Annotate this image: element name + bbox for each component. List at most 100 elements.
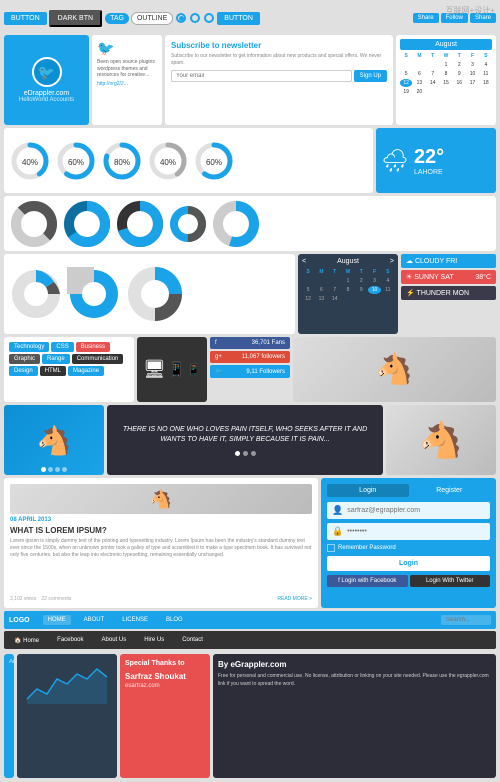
tag-css[interactable]: CSS — [51, 342, 73, 352]
cal2-cell[interactable]: 14 — [329, 295, 341, 303]
cal2-cell[interactable]: 6 — [315, 286, 327, 294]
cal-cell[interactable]: 9 — [453, 70, 465, 78]
tag-graphic[interactable]: Graphic — [9, 354, 40, 364]
cal2-cell[interactable]: 13 — [315, 295, 327, 303]
cal-cell[interactable]: 13 — [413, 79, 425, 87]
button-group: BUTTON DARK BTN — [4, 10, 102, 27]
nav-about[interactable]: ABOUT — [79, 615, 110, 625]
radio-option-1[interactable] — [176, 13, 186, 23]
email-input[interactable] — [171, 70, 352, 82]
nav-blog[interactable]: BLOG — [161, 615, 188, 625]
read-more-link[interactable]: READ MORE > — [277, 596, 312, 602]
cal2-cell[interactable]: 9 — [355, 286, 367, 294]
cal-day-fri: F — [466, 52, 478, 60]
remember-checkbox[interactable] — [327, 544, 335, 552]
tag-design[interactable]: Design — [9, 366, 38, 376]
tab-register[interactable]: Register — [409, 484, 491, 497]
nav-home-2[interactable]: 🏠 Home — [9, 635, 44, 646]
cal-cell — [413, 61, 425, 69]
quote-dot-2[interactable] — [243, 451, 248, 456]
cal-cell[interactable]: 4 — [480, 61, 492, 69]
row-buttons: BUTTON DARK BTN TAG OUTLINE BUTTON Share… — [4, 4, 496, 32]
slide-dots — [41, 467, 67, 472]
slide-dot-3[interactable] — [55, 467, 60, 472]
cal2-cell[interactable]: 12 — [302, 295, 314, 303]
quote-dot-1[interactable] — [235, 451, 240, 456]
signup-button[interactable]: Sign Up — [354, 70, 387, 82]
nav-home[interactable]: HOME — [43, 615, 71, 625]
cal-cell[interactable]: 14 — [427, 79, 439, 87]
pie-chart-2 — [67, 267, 122, 322]
cal-cell[interactable]: 17 — [466, 79, 478, 87]
cal-cell[interactable]: 11 — [480, 70, 492, 78]
radio-option-3[interactable] — [204, 13, 214, 23]
nav-about-us[interactable]: About Us — [97, 635, 132, 645]
cal2-cell — [302, 277, 314, 285]
cal2-cell[interactable]: 2 — [355, 277, 367, 285]
tag-technology[interactable]: Technology — [9, 342, 49, 352]
primary-button[interactable]: BUTTON — [4, 12, 47, 25]
cal2-prev[interactable]: < — [302, 258, 306, 265]
twitter-icon: 🐦 — [97, 40, 157, 57]
cal-cell[interactable]: 10 — [466, 70, 478, 78]
tab-login[interactable]: Login — [327, 484, 409, 497]
cal2-cell[interactable]: 4 — [382, 277, 394, 285]
cal-cell[interactable]: 15 — [440, 79, 452, 87]
blog-comments: 22 comments — [41, 596, 71, 602]
bar-chart-section: Analytics — [4, 654, 14, 778]
slide-dot-1[interactable] — [41, 467, 46, 472]
nav-contact[interactable]: Contact — [177, 635, 208, 645]
cal2-cell[interactable]: 3 — [368, 277, 380, 285]
slide-dot-2[interactable] — [48, 467, 53, 472]
share-button-1[interactable]: Share — [413, 13, 439, 23]
tag-magazine[interactable]: Magazine — [68, 366, 104, 376]
email-input[interactable] — [347, 507, 485, 514]
cal2-today[interactable]: 10 — [368, 286, 380, 294]
cal-cell[interactable]: 6 — [413, 70, 425, 78]
cal-cell[interactable]: 19 — [400, 88, 412, 96]
tag-html[interactable]: HTML — [40, 366, 66, 376]
cal-today[interactable]: 12 — [400, 79, 412, 87]
quote-dot-3[interactable] — [251, 451, 256, 456]
secondary-button[interactable]: BUTTON — [217, 12, 260, 25]
tag-communication[interactable]: Communication — [72, 354, 124, 364]
cal-cell[interactable]: 2 — [453, 61, 465, 69]
nav-facebook[interactable]: Facebook — [52, 635, 88, 645]
cal-cell[interactable]: 20 — [413, 88, 425, 96]
tag-range[interactable]: Range — [42, 354, 70, 364]
fb-icon: f — [215, 340, 217, 346]
login-button[interactable]: Login — [327, 556, 490, 571]
cal2-next[interactable]: > — [390, 258, 394, 265]
password-input[interactable] — [347, 528, 485, 535]
cal2-cell[interactable]: 11 — [382, 286, 394, 294]
nav-hire-us[interactable]: Hire Us — [139, 635, 169, 645]
nav-license[interactable]: LICENSE — [117, 615, 153, 625]
slide-dot-4[interactable] — [62, 467, 67, 472]
cal-cell[interactable]: 16 — [453, 79, 465, 87]
cal2-cell[interactable]: 8 — [342, 286, 354, 294]
cal2-cell[interactable]: 1 — [342, 277, 354, 285]
cal-day-wed: W — [440, 52, 452, 60]
cal-cell[interactable]: 5 — [400, 70, 412, 78]
cal2-cell[interactable]: 7 — [329, 286, 341, 294]
cal-cell[interactable]: 3 — [466, 61, 478, 69]
cal-cell[interactable]: 1 — [440, 61, 452, 69]
facebook-login-button[interactable]: f Login with Facebook — [327, 575, 408, 587]
twitter-login-button[interactable]: Login With Twitter — [410, 575, 491, 587]
blog-image: 🐴 — [10, 484, 312, 514]
tweet-link[interactable]: http://nrg2/2... — [97, 81, 157, 87]
cal-cell[interactable]: 8 — [440, 70, 452, 78]
cal-cell[interactable]: 18 — [480, 79, 492, 87]
pie-charts-section — [4, 254, 295, 334]
dark-button[interactable]: DARK BTN — [49, 10, 102, 27]
cal2-cell[interactable]: 5 — [302, 286, 314, 294]
tag-business[interactable]: Business — [76, 342, 110, 352]
nav-search-input[interactable] — [441, 615, 491, 625]
cal-cell[interactable]: 7 — [427, 70, 439, 78]
row-donuts — [4, 196, 496, 251]
desktop-icon: 🖥 — [143, 359, 166, 380]
ring-svg-4: 40% — [147, 140, 189, 182]
cal-day-sat: S — [480, 52, 492, 60]
radio-option-2[interactable] — [190, 13, 200, 23]
ring-40b: 40% — [147, 140, 189, 182]
